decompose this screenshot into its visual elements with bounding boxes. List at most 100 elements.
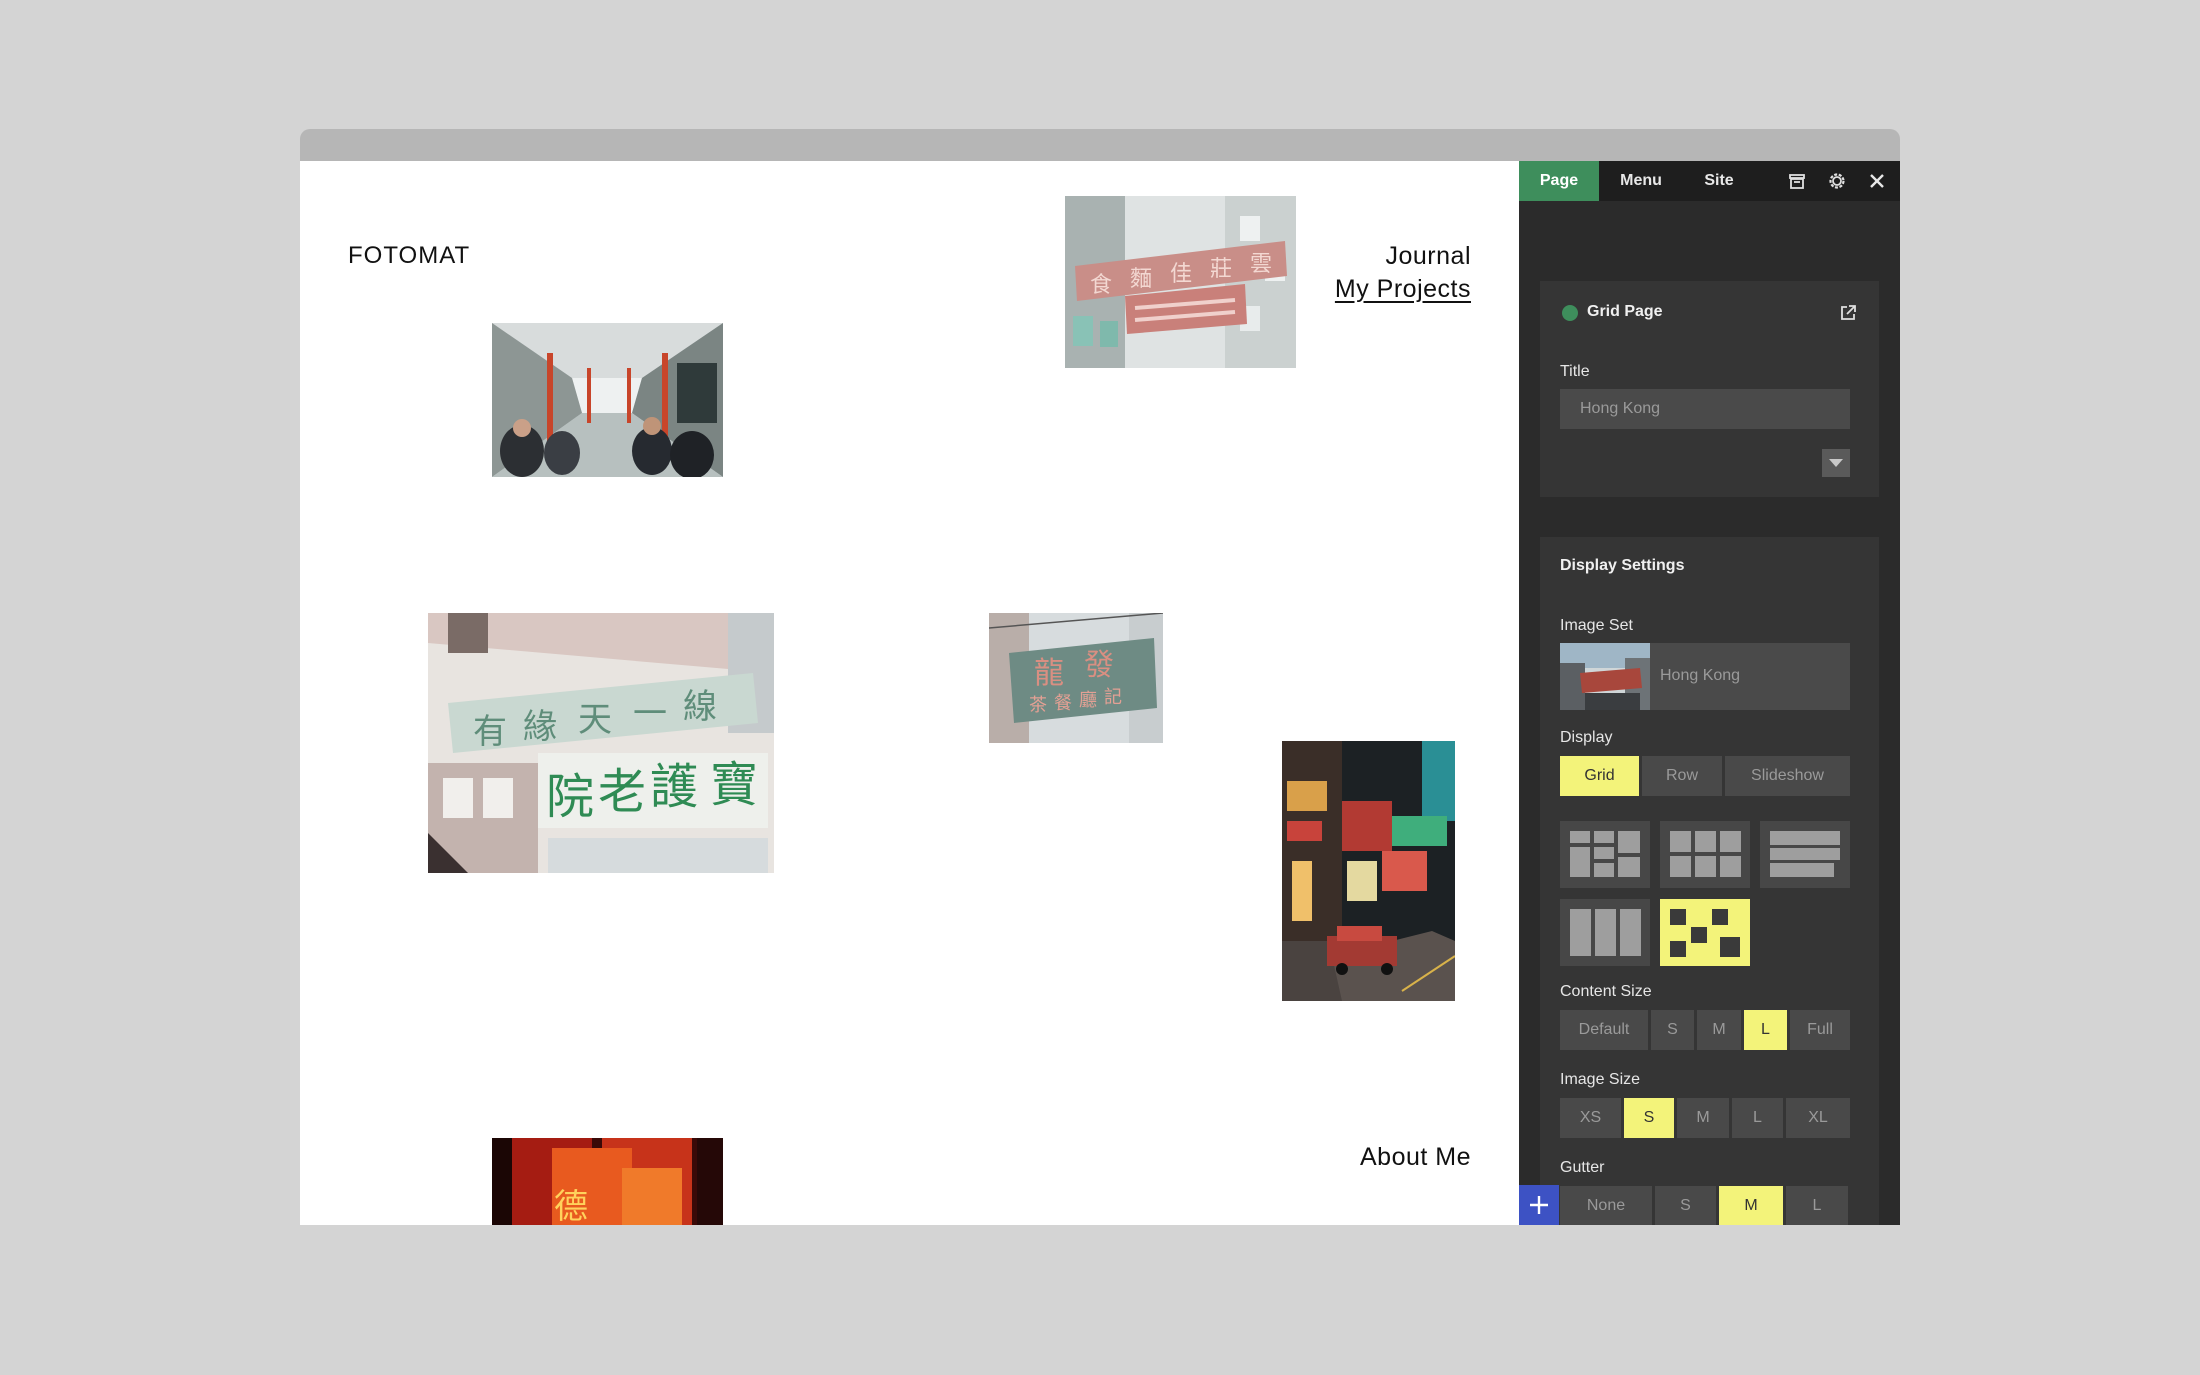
display-mode-selector: Grid Row Slideshow bbox=[1560, 756, 1850, 796]
image-size-l[interactable]: L bbox=[1732, 1098, 1783, 1138]
content-size-s[interactable]: S bbox=[1651, 1010, 1694, 1050]
layout-scattered[interactable] bbox=[1660, 899, 1750, 966]
photo-small-pink-sign[interactable]: 龍發 茶餐廳記 bbox=[989, 613, 1163, 743]
tab-page[interactable]: Page bbox=[1519, 161, 1599, 201]
image-set-label: Image Set bbox=[1560, 617, 1633, 634]
display-settings-heading: Display Settings bbox=[1560, 557, 1685, 574]
layout-block bbox=[1594, 863, 1614, 877]
layout-block bbox=[1770, 831, 1840, 845]
photo-red-neon[interactable]: 德 bbox=[492, 1138, 723, 1225]
svg-text:緣: 緣 bbox=[523, 707, 557, 747]
gutter-m[interactable]: M bbox=[1719, 1186, 1783, 1225]
svg-text:雲: 雲 bbox=[1250, 252, 1272, 277]
svg-text:寶: 寶 bbox=[710, 757, 758, 813]
site-logo[interactable]: FOTOMAT bbox=[348, 242, 470, 270]
svg-text:一: 一 bbox=[633, 694, 667, 734]
image-size-s[interactable]: S bbox=[1624, 1098, 1674, 1138]
image-size-label: Image Size bbox=[1560, 1071, 1641, 1088]
svg-text:佳: 佳 bbox=[1170, 262, 1192, 287]
expand-dropdown-button[interactable] bbox=[1822, 449, 1850, 477]
layout-mixed-grid[interactable] bbox=[1560, 821, 1650, 888]
svg-text:線: 線 bbox=[683, 687, 717, 727]
title-label: Title bbox=[1560, 363, 1590, 380]
svg-text:麵: 麵 bbox=[1130, 267, 1152, 292]
content-size-m[interactable]: M bbox=[1697, 1010, 1741, 1050]
svg-text:龍: 龍 bbox=[1034, 656, 1064, 691]
display-option-row[interactable]: Row bbox=[1642, 756, 1722, 796]
svg-text:護: 護 bbox=[650, 759, 698, 815]
display-option-grid[interactable]: Grid bbox=[1560, 756, 1639, 796]
layout-block bbox=[1570, 847, 1590, 877]
layout-rows[interactable] bbox=[1760, 821, 1850, 888]
gutter-none[interactable]: None bbox=[1560, 1186, 1652, 1225]
archive-icon[interactable] bbox=[1787, 171, 1807, 191]
content-size-selector: Default S M L Full bbox=[1560, 1010, 1850, 1050]
image-size-xl[interactable]: XL bbox=[1786, 1098, 1850, 1138]
layout-block bbox=[1594, 831, 1614, 843]
layout-block bbox=[1670, 831, 1691, 852]
gutter-label: Gutter bbox=[1560, 1159, 1605, 1176]
settings-gear-icon[interactable] bbox=[1827, 171, 1847, 191]
layout-even-grid[interactable] bbox=[1660, 821, 1750, 888]
browser-window: FOTOMAT Journal My Projects About Me 食 麵… bbox=[300, 129, 1900, 1225]
svg-text:記: 記 bbox=[1104, 687, 1122, 708]
layout-block bbox=[1618, 831, 1640, 853]
layout-block bbox=[1594, 847, 1614, 859]
tab-site[interactable]: Site bbox=[1683, 161, 1755, 201]
svg-text:發: 發 bbox=[1084, 648, 1114, 683]
image-size-m[interactable]: M bbox=[1677, 1098, 1729, 1138]
content-size-l[interactable]: L bbox=[1744, 1010, 1787, 1050]
layout-block bbox=[1720, 831, 1741, 852]
layout-block bbox=[1570, 831, 1590, 843]
layout-block bbox=[1618, 857, 1640, 877]
image-set-thumbnail bbox=[1560, 643, 1650, 710]
gutter-l[interactable]: L bbox=[1786, 1186, 1848, 1225]
nav-link-my-projects[interactable]: My Projects bbox=[1335, 275, 1471, 304]
panel-tab-bar: Page Menu Site bbox=[1519, 161, 1900, 201]
tab-menu[interactable]: Menu bbox=[1599, 161, 1683, 201]
layout-block bbox=[1712, 909, 1728, 925]
add-content-button[interactable] bbox=[1519, 1185, 1559, 1225]
gutter-selector: None S M L bbox=[1560, 1186, 1848, 1225]
caret-down-icon bbox=[1829, 459, 1843, 467]
image-set-selector[interactable]: Hong Kong bbox=[1560, 643, 1850, 710]
photo-night-street-taxi[interactable] bbox=[1282, 741, 1455, 1001]
svg-text:莊: 莊 bbox=[1210, 257, 1232, 282]
layout-block bbox=[1720, 856, 1741, 877]
display-settings-card: Display Settings Image Set Hong Kong Dis… bbox=[1540, 537, 1879, 1225]
svg-text:德: 德 bbox=[554, 1187, 588, 1225]
image-size-xs[interactable]: XS bbox=[1560, 1098, 1621, 1138]
page-settings-card: Grid Page Title Hong Kong bbox=[1540, 281, 1879, 497]
photo-subway[interactable] bbox=[492, 323, 723, 477]
gutter-s[interactable]: S bbox=[1655, 1186, 1716, 1225]
window-titlebar bbox=[300, 129, 1900, 161]
layout-block bbox=[1695, 831, 1716, 852]
layout-block bbox=[1595, 909, 1616, 956]
content-size-default[interactable]: Default bbox=[1560, 1010, 1648, 1050]
nav-link-journal[interactable]: Journal bbox=[1386, 242, 1472, 271]
content-size-full[interactable]: Full bbox=[1790, 1010, 1850, 1050]
image-set-name: Hong Kong bbox=[1660, 667, 1741, 684]
svg-text:餐: 餐 bbox=[1054, 693, 1072, 714]
layout-block bbox=[1620, 909, 1641, 956]
display-option-slideshow[interactable]: Slideshow bbox=[1725, 756, 1850, 796]
svg-text:天: 天 bbox=[578, 700, 612, 740]
display-label: Display bbox=[1560, 729, 1613, 746]
image-size-selector: XS S M L XL bbox=[1560, 1098, 1850, 1138]
editor-panel: Page Menu Site Grid Page Title Hong Kong… bbox=[1519, 161, 1900, 1225]
layout-columns[interactable] bbox=[1560, 899, 1650, 966]
svg-text:有: 有 bbox=[473, 712, 507, 752]
svg-text:廳: 廳 bbox=[1079, 690, 1097, 711]
layout-block bbox=[1691, 927, 1707, 943]
photo-green-sign[interactable]: 有緣天一線 院老護寶 bbox=[428, 613, 774, 873]
photo-pink-sign-building[interactable]: 食麵佳莊雲 bbox=[1065, 196, 1296, 368]
layout-block bbox=[1670, 941, 1686, 957]
external-link-icon[interactable] bbox=[1839, 304, 1857, 322]
close-icon[interactable] bbox=[1867, 171, 1887, 191]
site-preview: FOTOMAT Journal My Projects About Me 食 麵… bbox=[300, 161, 1519, 1225]
layout-block bbox=[1770, 848, 1840, 860]
svg-text:院: 院 bbox=[546, 769, 594, 825]
nav-link-about-me[interactable]: About Me bbox=[1360, 1143, 1471, 1172]
title-input[interactable]: Hong Kong bbox=[1560, 389, 1850, 429]
layout-block bbox=[1670, 909, 1686, 925]
